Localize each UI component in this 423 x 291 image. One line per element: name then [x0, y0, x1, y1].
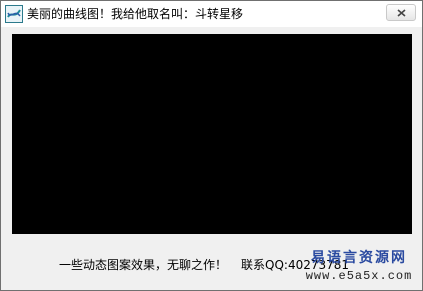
close-icon [397, 9, 406, 17]
window-title: 美丽的曲线图！我给他取名叫：斗转星移 [27, 7, 244, 21]
watermark-logo: 易语言资源网 www.e5a5x.com [304, 250, 414, 284]
watermark-name: 易语言资源网 [311, 250, 407, 266]
description-label: 一些动态图案效果，无聊之作！ [59, 258, 228, 272]
title-bar[interactable]: 美丽的曲线图！我给他取名叫：斗转星移 [1, 1, 422, 27]
app-window: 美丽的曲线图！我给他取名叫：斗转星移 一些动态图案效果，无聊之作！ 联系QQ:40… [0, 0, 423, 291]
app-logo-icon [5, 5, 23, 23]
watermark-url: www.e5a5x.com [305, 269, 413, 283]
drawing-canvas[interactable] [12, 34, 412, 234]
close-button[interactable] [386, 4, 416, 21]
